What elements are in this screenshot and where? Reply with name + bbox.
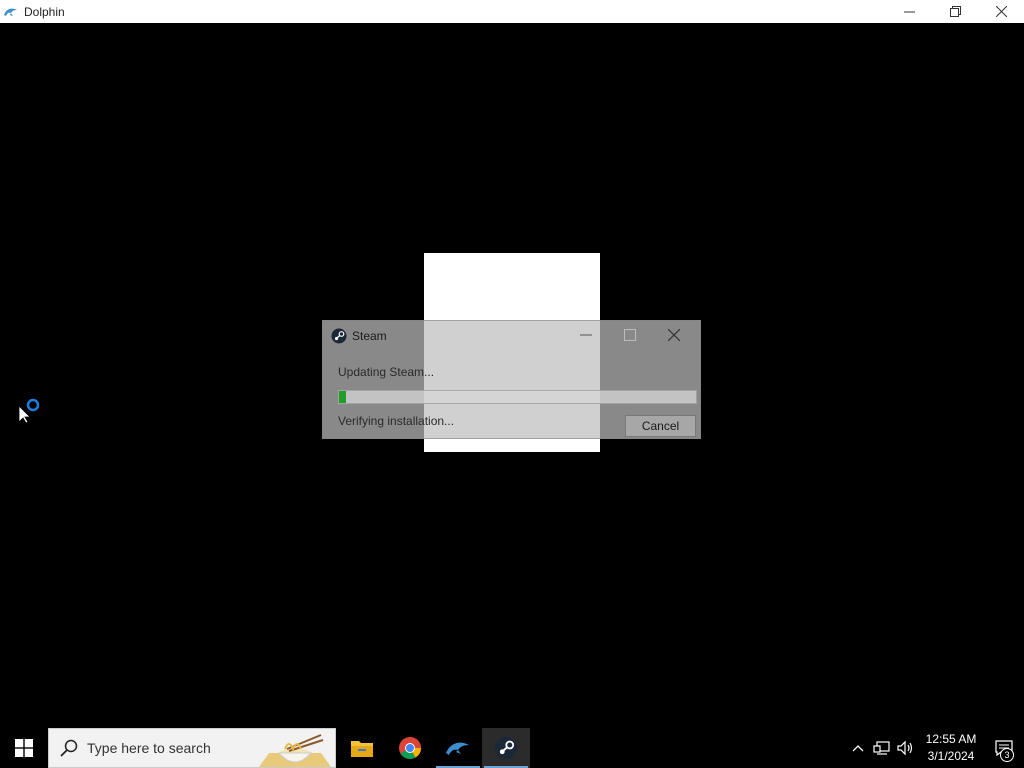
taskbar-chrome[interactable]	[386, 728, 434, 768]
search-placeholder: Type here to search	[87, 740, 211, 756]
steam-icon	[494, 736, 518, 760]
speaker-icon	[897, 740, 913, 756]
chevron-up-icon	[852, 745, 864, 752]
minimize-icon	[580, 334, 592, 336]
progress-fill	[339, 391, 347, 403]
restore-icon	[949, 6, 961, 17]
minimize-icon	[903, 11, 915, 13]
clock[interactable]: 12:55 AM 3/1/2024	[918, 731, 984, 765]
system-tray: 12:55 AM 3/1/2024 3	[846, 728, 1024, 768]
close-button[interactable]	[978, 0, 1024, 23]
update-progress-bar	[338, 390, 697, 404]
restore-button[interactable]	[932, 0, 978, 23]
windows-logo-icon	[15, 739, 33, 757]
clock-time: 12:55 AM	[925, 732, 977, 746]
taskbar: Type here to search 12:55 AM 3/1/2024 3	[0, 728, 1024, 768]
network-icon	[873, 741, 890, 755]
dolphin-icon	[4, 8, 17, 16]
minimize-button[interactable]	[886, 0, 932, 23]
dialog-maximize-button	[608, 323, 652, 347]
folder-icon	[351, 741, 373, 757]
search-icon	[60, 739, 78, 757]
chrome-icon	[399, 737, 421, 759]
dolphin-title-bar[interactable]: Dolphin	[0, 0, 1024, 23]
taskbar-dolphin[interactable]	[434, 728, 482, 768]
close-icon	[668, 329, 680, 341]
clock-date: 3/1/2024	[927, 749, 975, 763]
notification-count-badge: 3	[1000, 748, 1014, 762]
start-button[interactable]	[0, 728, 48, 768]
steam-update-dialog: Steam Updating Steam... Verifying instal…	[322, 320, 701, 439]
close-icon	[995, 6, 1007, 17]
busy-cursor-icon	[18, 398, 40, 423]
noodle-bowl-icon	[259, 734, 331, 767]
network-button[interactable]	[870, 728, 894, 768]
status-text: Verifying installation...	[338, 414, 455, 428]
taskbar-search-box[interactable]: Type here to search	[48, 728, 336, 768]
window-title: Dolphin	[24, 4, 65, 19]
taskbar-file-explorer[interactable]	[338, 728, 386, 768]
taskbar-steam[interactable]	[482, 728, 530, 768]
dialog-minimize-button[interactable]	[564, 323, 608, 347]
maximize-icon	[624, 329, 636, 341]
dolphin-icon	[446, 742, 469, 755]
action-center-button[interactable]: 3	[984, 728, 1024, 768]
dialog-close-button[interactable]	[652, 323, 696, 347]
steam-icon	[331, 328, 347, 344]
dialog-title-bar[interactable]: Steam	[331, 327, 387, 345]
dialog-title: Steam	[352, 329, 387, 343]
cancel-button[interactable]: Cancel	[625, 415, 696, 437]
show-hidden-icons-button[interactable]	[846, 728, 870, 768]
volume-button[interactable]	[894, 728, 918, 768]
update-message: Updating Steam...	[338, 365, 435, 379]
